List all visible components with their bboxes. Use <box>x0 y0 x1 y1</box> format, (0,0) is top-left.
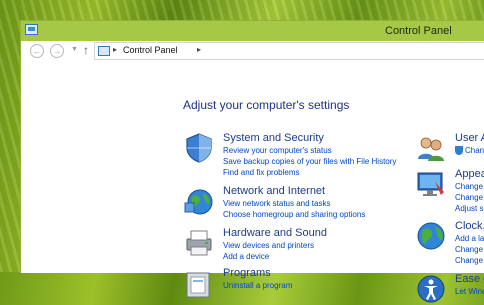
task-link[interactable]: Change <box>455 182 483 191</box>
monitor-icon[interactable] <box>415 168 447 200</box>
category-title[interactable]: User A <box>455 132 484 144</box>
globe-clock-icon[interactable] <box>415 220 447 252</box>
back-arrow-icon[interactable]: ← <box>30 44 44 58</box>
category-clock-region: Clock, Add a la Change Change <box>415 220 484 266</box>
address-bar: ← → ▼ ↑ ▸ Control Panel ▸ <box>21 41 484 63</box>
control-panel-window: Control Panel ← → ▼ ↑ ▸ Control Panel ▸ … <box>20 20 484 303</box>
task-link[interactable]: Adjust s <box>455 204 483 213</box>
category-title[interactable]: Ease o <box>455 273 484 285</box>
up-arrow-icon[interactable]: ↑ <box>83 43 89 57</box>
task-link[interactable]: Change <box>455 193 483 202</box>
category-user-accounts: User A Change <box>415 132 484 164</box>
task-link[interactable]: Change <box>455 245 483 254</box>
page-heading: Adjust your computer's settings <box>183 98 350 112</box>
category-appearance: Appea Change Change Adjust s <box>415 168 484 214</box>
task-link[interactable]: Let Wind <box>455 287 484 296</box>
users-icon[interactable] <box>415 132 447 164</box>
category-title[interactable]: Programs <box>223 267 271 279</box>
category-ease-of-access: Ease o Let Wind <box>415 273 484 303</box>
task-link[interactable]: Uninstall a program <box>223 281 292 290</box>
address-field[interactable]: ▸ Control Panel ▸ <box>94 42 484 60</box>
breadcrumb-separator[interactable]: ▸ <box>197 45 201 54</box>
category-title[interactable]: System and Security <box>223 132 324 144</box>
task-link[interactable]: Add a device <box>223 252 269 261</box>
category-network-internet: Network and Internet View network status… <box>183 185 423 221</box>
task-link[interactable]: Save backup copies of your files with Fi… <box>223 157 396 166</box>
network-globe-icon[interactable] <box>183 185 215 217</box>
category-programs: Programs Uninstall a program <box>183 267 423 298</box>
forward-arrow-icon[interactable]: → <box>50 44 64 58</box>
task-link[interactable]: Review your computer's status <box>223 146 332 155</box>
breadcrumb-separator[interactable]: ▸ <box>113 45 117 54</box>
printer-icon[interactable] <box>183 227 215 259</box>
task-link[interactable]: Find and fix problems <box>223 168 299 177</box>
category-title[interactable]: Appea <box>455 168 484 180</box>
task-link[interactable]: View network status and tasks <box>223 199 330 208</box>
ease-of-access-icon[interactable] <box>415 273 447 305</box>
task-link[interactable]: Change <box>465 146 484 155</box>
content-area: ← → ▼ ↑ ▸ Control Panel ▸ Adjust your co… <box>21 41 484 303</box>
shield-icon[interactable] <box>183 132 215 164</box>
control-panel-address-icon <box>98 46 110 56</box>
task-link[interactable]: View devices and printers <box>223 241 314 250</box>
category-title[interactable]: Hardware and Sound <box>223 227 327 239</box>
task-link[interactable]: Change <box>455 256 483 265</box>
category-system-security: System and Security Review your computer… <box>183 132 423 178</box>
category-hardware-sound: Hardware and Sound View devices and prin… <box>183 227 423 263</box>
breadcrumb-control-panel[interactable]: Control Panel <box>123 45 178 55</box>
task-link[interactable]: Choose homegroup and sharing options <box>223 210 365 219</box>
control-panel-icon <box>25 24 38 35</box>
recent-locations-chevron-icon[interactable]: ▼ <box>71 46 78 53</box>
task-link[interactable]: Add a la <box>455 234 484 243</box>
category-title[interactable]: Clock, <box>455 220 484 232</box>
title-bar[interactable]: Control Panel <box>21 21 484 41</box>
category-title[interactable]: Network and Internet <box>223 185 325 197</box>
shield-icon <box>455 146 463 155</box>
window-title: Control Panel <box>385 25 452 37</box>
